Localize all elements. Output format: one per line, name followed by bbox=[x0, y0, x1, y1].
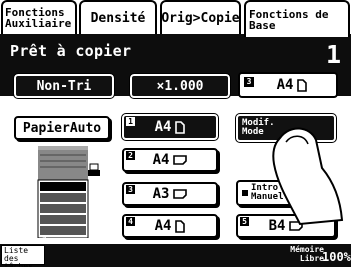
tray-number: 2 bbox=[126, 151, 135, 160]
zoom-label: ×1.000 bbox=[156, 78, 204, 94]
paper-portrait-icon bbox=[175, 120, 186, 134]
memory-label: Mémoire Libre bbox=[290, 245, 324, 263]
tab-basic-functions[interactable]: Fonctions de Base bbox=[244, 0, 350, 37]
tray-3-button[interactable]: 3 A3 bbox=[122, 182, 218, 206]
tray-4-button[interactable]: 4 A4 bbox=[122, 214, 218, 238]
tray-size: A4 bbox=[154, 218, 172, 234]
machine-tray-2: 2 bbox=[40, 193, 86, 210]
tray-size: A4 bbox=[154, 119, 172, 135]
machine-tray-3: 3 bbox=[40, 204, 86, 221]
tab-density[interactable]: Densité bbox=[79, 0, 157, 34]
paper-auto-button[interactable]: PapierAuto bbox=[14, 116, 110, 140]
sort-label: Non-Tri bbox=[36, 78, 92, 94]
tray-size: A3 bbox=[152, 186, 170, 202]
tab-original-copy[interactable]: Orig>Copie bbox=[160, 0, 241, 34]
machine-tray-5: 5 bbox=[40, 226, 86, 243]
job-list-label: Liste des tâches bbox=[4, 246, 33, 267]
ready-message: Prêt à copier bbox=[10, 42, 132, 60]
job-list-button[interactable]: Liste des tâches bbox=[1, 245, 45, 267]
tray-number: 1 bbox=[126, 117, 135, 126]
machine-tray-4: 4 bbox=[40, 215, 86, 232]
tray-1-button[interactable]: 1 A4 bbox=[121, 113, 219, 141]
tray-2-button[interactable]: 2 A4 bbox=[122, 148, 218, 172]
tray-size: B4 bbox=[268, 218, 286, 234]
selected-tray-number: 3 bbox=[244, 77, 254, 87]
tab-label: Fonctions de Base bbox=[249, 7, 329, 32]
machine-tray-label: 5 bbox=[42, 234, 47, 243]
copy-count: 1 bbox=[325, 40, 341, 69]
tab-auxiliary-functions[interactable]: Fonctions Auxiliaire bbox=[1, 0, 77, 34]
paper-landscape-icon bbox=[173, 155, 188, 165]
tray-number: 5 bbox=[240, 217, 249, 226]
tab-label: Densité bbox=[90, 10, 146, 26]
copier-screen: Fonctions Auxiliaire Densité Orig>Copie … bbox=[0, 0, 351, 267]
paper-landscape-icon bbox=[173, 189, 188, 199]
sort-button[interactable]: Non-Tri bbox=[13, 73, 115, 99]
tray-5-button[interactable]: 5 B4 bbox=[236, 214, 336, 238]
paper-portrait-icon bbox=[297, 78, 308, 92]
paper-portrait-icon bbox=[175, 219, 186, 233]
tab-label: Orig>Copie bbox=[161, 10, 240, 26]
memory-value: 100% bbox=[322, 250, 351, 264]
paper-landscape-icon bbox=[289, 221, 304, 231]
manual-input-button[interactable]: Intro Manuel bbox=[236, 180, 312, 206]
mode-change-label: Modif. Mode bbox=[242, 118, 275, 137]
tray-number: 3 bbox=[126, 185, 135, 194]
tray-size: A4 bbox=[152, 152, 170, 168]
tray-number: 4 bbox=[126, 217, 135, 226]
manual-input-label: Intro Manuel bbox=[251, 183, 284, 202]
selected-paper-display: 3 A4 bbox=[238, 72, 338, 98]
machine-tray-1: 1 bbox=[40, 182, 86, 199]
zoom-button[interactable]: ×1.000 bbox=[129, 73, 231, 99]
paper-auto-label: PapierAuto bbox=[22, 120, 102, 136]
manual-input-icon bbox=[242, 190, 248, 196]
tab-label: Fonctions Auxiliaire bbox=[5, 6, 72, 30]
selected-paper-size: A4 bbox=[276, 77, 294, 93]
mode-change-button[interactable]: Modif. Mode bbox=[235, 113, 337, 143]
copier-machine-illustration: 1 2 3 4 5 bbox=[36, 146, 100, 243]
